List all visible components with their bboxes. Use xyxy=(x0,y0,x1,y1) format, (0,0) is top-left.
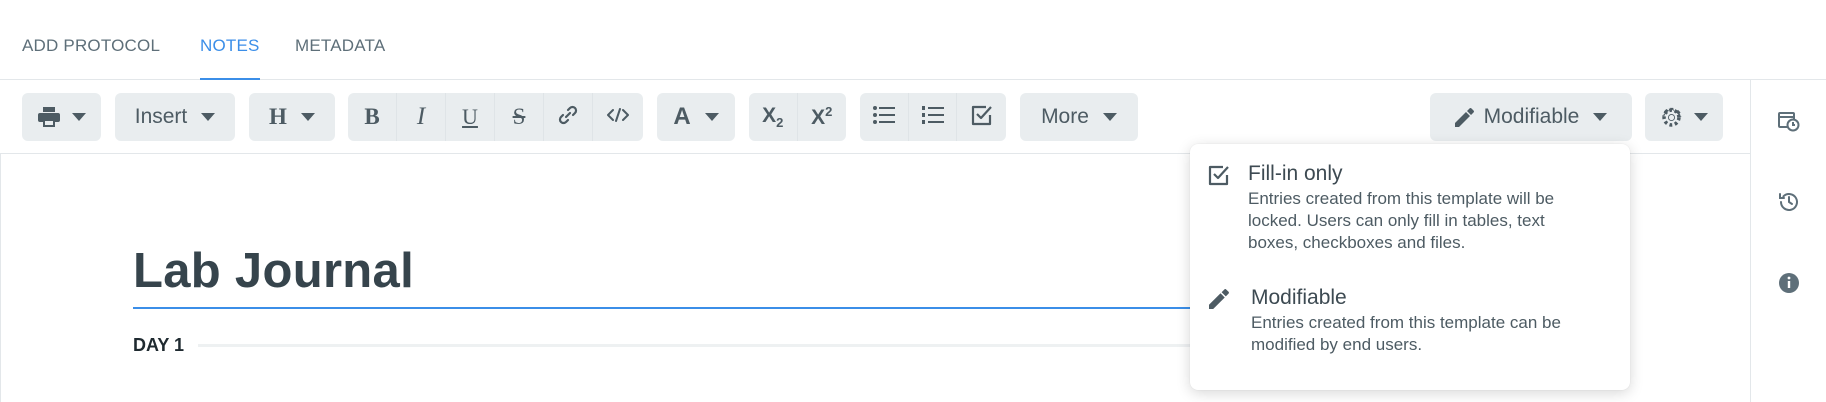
section-divider xyxy=(198,344,1193,347)
print-button[interactable] xyxy=(22,93,101,141)
script-button-group: X2 X2 xyxy=(749,93,846,141)
tab-bar: ADD PROTOCOL NOTES METADATA xyxy=(0,0,1826,80)
calendar-clock-icon[interactable] xyxy=(1778,110,1800,137)
editor-left-border xyxy=(0,154,1,402)
settings-button[interactable] xyxy=(1645,93,1723,141)
menu-option-description: Entries created from this template will … xyxy=(1248,189,1555,252)
info-icon[interactable] xyxy=(1778,272,1800,299)
checklist-button[interactable] xyxy=(957,93,1006,141)
more-button[interactable]: More xyxy=(1020,93,1138,141)
code-icon xyxy=(606,107,629,128)
italic-icon: I xyxy=(416,103,426,130)
format-button-group: B I U S xyxy=(348,93,643,141)
template-mode-label: Modifiable xyxy=(1483,105,1580,128)
section-heading[interactable]: DAY 1 xyxy=(133,335,184,356)
superscript-button[interactable]: X2 xyxy=(798,93,847,141)
template-mode-menu: Fill-in only Entries created from this t… xyxy=(1190,144,1630,390)
numbered-list-button[interactable] xyxy=(909,93,958,141)
list-button-group xyxy=(860,93,1006,141)
menu-option-title: Modifiable xyxy=(1251,286,1347,309)
tab-add-protocol[interactable]: ADD PROTOCOL xyxy=(22,36,160,80)
chevron-down-icon xyxy=(1593,113,1608,121)
menu-option-title: Fill-in only xyxy=(1248,162,1343,185)
heading-label: H xyxy=(269,104,287,129)
font-color-label: A xyxy=(673,103,691,130)
link-button[interactable] xyxy=(544,93,593,141)
pencil-icon xyxy=(1454,107,1475,127)
bullet-list-icon xyxy=(872,105,895,129)
gear-icon xyxy=(1661,107,1682,128)
bold-icon: B xyxy=(364,104,380,129)
bold-button[interactable]: B xyxy=(348,93,397,141)
numbered-list-icon xyxy=(921,105,944,129)
checkbox-check-icon xyxy=(1208,164,1230,191)
template-mode-button[interactable]: Modifiable xyxy=(1430,93,1632,141)
chevron-down-icon xyxy=(71,113,86,121)
strikethrough-icon: S xyxy=(512,104,526,129)
chevron-down-icon xyxy=(704,113,719,121)
document-title[interactable]: Lab Journal xyxy=(133,243,414,299)
subscript-button[interactable]: X2 xyxy=(749,93,798,141)
title-underline xyxy=(133,307,1193,309)
link-icon xyxy=(557,104,579,131)
chevron-down-icon xyxy=(1102,113,1117,121)
print-icon xyxy=(37,107,60,127)
font-color-button[interactable]: A xyxy=(657,93,735,141)
tab-notes[interactable]: NOTES xyxy=(200,36,260,80)
insert-button[interactable]: Insert xyxy=(115,93,235,141)
bullet-list-button[interactable] xyxy=(860,93,909,141)
subscript-icon: X2 xyxy=(762,103,784,131)
tab-metadata[interactable]: METADATA xyxy=(295,36,385,80)
underline-button[interactable]: U xyxy=(446,93,495,141)
chevron-down-icon xyxy=(300,113,315,121)
more-label: More xyxy=(1041,105,1089,128)
checklist-icon xyxy=(971,104,993,131)
insert-label: Insert xyxy=(134,105,188,128)
history-icon[interactable] xyxy=(1778,191,1800,218)
code-button[interactable] xyxy=(593,93,642,141)
menu-option-description: Entries created from this template can b… xyxy=(1251,313,1561,354)
superscript-icon: X2 xyxy=(811,104,833,129)
right-sidebar xyxy=(1750,80,1826,402)
chevron-down-icon xyxy=(1693,113,1708,121)
italic-button[interactable]: I xyxy=(397,93,446,141)
underline-icon: U xyxy=(462,104,478,129)
strikethrough-button[interactable]: S xyxy=(495,93,544,141)
editor-toolbar: Insert H B I U S A X2 X2 More Modifiable xyxy=(0,80,1750,154)
pencil-icon xyxy=(1209,288,1230,314)
chevron-down-icon xyxy=(201,113,216,121)
heading-button[interactable]: H xyxy=(249,93,335,141)
